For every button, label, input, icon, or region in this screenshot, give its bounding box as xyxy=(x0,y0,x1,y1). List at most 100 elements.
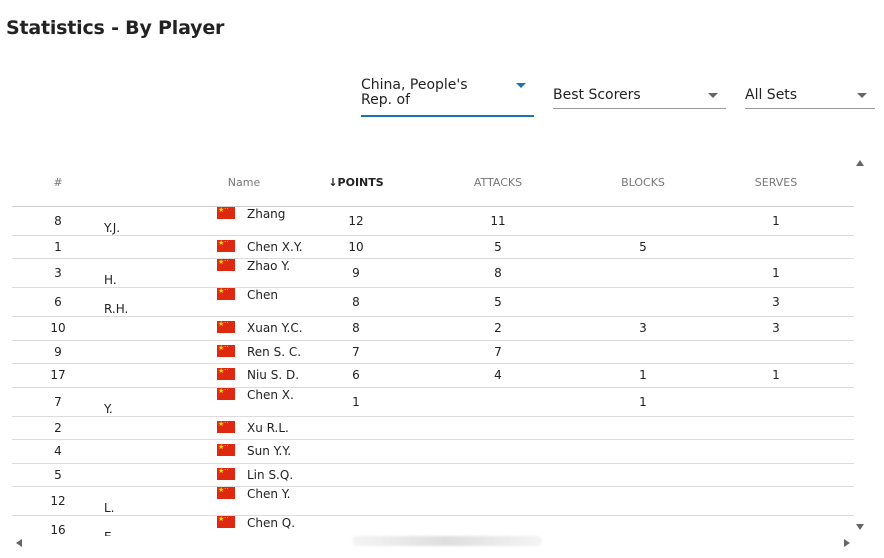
attacks-cell: 2 xyxy=(408,316,588,341)
table-row[interactable]: 1Chen X.Y.1055 xyxy=(12,235,854,259)
chevron-down-icon xyxy=(857,93,867,98)
attacks-cell xyxy=(408,387,588,417)
china-flag-icon xyxy=(217,513,235,528)
china-flag-icon xyxy=(217,256,235,271)
china-flag-icon xyxy=(217,484,235,499)
table-row[interactable]: 6Chen R.H. 85 3 xyxy=(12,285,854,317)
points-cell: 10 xyxy=(304,235,408,259)
table-row[interactable]: 12Chen Y. L. xyxy=(12,484,854,516)
table-row[interactable]: 17Niu S. D.6411 xyxy=(12,363,854,388)
serves-cell xyxy=(698,416,854,440)
table-row[interactable]: 9Ren S. C.77 xyxy=(12,340,854,364)
serves-cell: 1 xyxy=(698,258,854,288)
scroll-up-icon[interactable] xyxy=(856,160,864,166)
sets-select[interactable]: All Sets xyxy=(745,79,875,109)
attacks-cell xyxy=(408,515,588,536)
player-name-cell: Chen X. Y. xyxy=(104,385,304,417)
column-header-points[interactable]: ↓POINTS xyxy=(304,160,408,207)
points-cell: 8 xyxy=(304,316,408,341)
column-header-blocks[interactable]: BLOCKS xyxy=(588,160,698,207)
points-cell: 8 xyxy=(304,287,408,317)
serves-cell xyxy=(698,515,854,536)
blocks-cell: 1 xyxy=(588,363,698,388)
player-name: Zhao Y. H. xyxy=(104,259,291,287)
player-name-cell: Sun Y.Y. xyxy=(104,439,304,464)
table-row[interactable]: 10Xuan Y.C.8233 xyxy=(12,316,854,341)
player-name: Chen X.Y. xyxy=(247,239,303,254)
player-number-cell: 16 xyxy=(12,515,104,536)
scroll-right-icon[interactable] xyxy=(844,539,850,547)
player-name-cell: Chen X.Y. xyxy=(104,235,304,259)
player-name-cell: Chen Q. E. xyxy=(104,513,304,536)
china-flag-icon xyxy=(217,204,235,219)
china-flag-icon xyxy=(217,342,235,357)
column-header-serves[interactable]: SERVES xyxy=(698,160,854,207)
table-row[interactable]: 8Zhang Y.J.12111 xyxy=(12,204,854,236)
player-name: Chen Q. E. xyxy=(104,516,296,536)
player-number-cell: 10 xyxy=(12,316,104,341)
table-row[interactable]: 7Chen X. Y. 1 1 xyxy=(12,385,854,417)
attacks-cell: 11 xyxy=(408,206,588,236)
player-number-cell: 9 xyxy=(12,340,104,364)
attacks-cell: 7 xyxy=(408,340,588,364)
table-row[interactable]: 5 Lin S.Q. xyxy=(12,463,854,487)
vertical-scrollbar[interactable] xyxy=(854,156,866,534)
serves-cell: 3 xyxy=(698,316,854,341)
player-name-cell: Xu R.L. xyxy=(104,416,304,440)
player-number-cell: 2 xyxy=(12,416,104,440)
player-name-cell: Niu S. D. xyxy=(104,363,304,388)
china-flag-icon xyxy=(217,285,235,300)
table-row[interactable]: 2 Xu R.L. xyxy=(12,416,854,440)
china-flag-icon xyxy=(217,237,235,252)
table-row[interactable]: 3Zhao Y. H. 98 1 xyxy=(12,256,854,288)
chevron-down-icon xyxy=(516,83,526,88)
blocks-cell: 5 xyxy=(588,235,698,259)
attacks-cell xyxy=(408,463,588,487)
china-flag-icon xyxy=(217,441,235,457)
serves-cell: 1 xyxy=(698,206,854,236)
blocks-cell xyxy=(588,416,698,440)
player-name: Ren S. C. xyxy=(247,344,302,359)
player-name-cell: Xuan Y.C. xyxy=(104,316,304,341)
attacks-cell: 5 xyxy=(408,287,588,317)
points-cell: 1 xyxy=(304,387,408,417)
team-select[interactable]: China, People's Rep. of xyxy=(361,77,534,117)
china-flag-icon xyxy=(217,385,235,400)
attacks-cell xyxy=(408,486,588,516)
player-name: Niu S. D. xyxy=(247,368,300,383)
player-number-cell: 1 xyxy=(12,235,104,259)
attacks-cell: 8 xyxy=(408,258,588,288)
category-select[interactable]: Best Scorers xyxy=(553,79,726,109)
blocks-cell xyxy=(588,340,698,364)
china-flag-icon xyxy=(217,465,235,480)
team-select-value: China, People's Rep. of xyxy=(361,77,468,108)
attacks-cell xyxy=(408,439,588,464)
points-cell xyxy=(304,463,408,487)
blocks-cell xyxy=(588,258,698,288)
player-name: Lin S.Q. xyxy=(247,467,294,482)
column-header-name[interactable]: Name xyxy=(104,160,304,207)
attacks-cell: 4 xyxy=(408,363,588,388)
serves-cell xyxy=(698,463,854,487)
serves-cell: 3 xyxy=(698,287,854,317)
blocks-cell: 3 xyxy=(588,316,698,341)
column-header-attacks[interactable]: ATTACKS xyxy=(408,160,588,207)
china-flag-icon xyxy=(217,365,235,381)
blocks-cell xyxy=(588,287,698,317)
player-name-cell: Zhao Y. H. xyxy=(104,256,304,288)
sets-select-value: All Sets xyxy=(745,87,798,103)
table-body: 8Zhang Y.J.121111Chen X.Y.10553Zhao Y. H… xyxy=(12,204,854,536)
horizontal-scrollbar[interactable] xyxy=(12,536,854,550)
column-header-number[interactable]: # xyxy=(12,160,104,207)
points-cell xyxy=(304,416,408,440)
horizontal-scroll-thumb[interactable] xyxy=(352,536,542,546)
table-row[interactable]: 4 Sun Y.Y. xyxy=(12,439,854,464)
player-number-cell: 6 xyxy=(12,287,104,317)
table-row[interactable]: 16Chen Q. E. xyxy=(12,513,854,536)
page-title: Statistics - By Player xyxy=(6,17,225,39)
scroll-left-icon[interactable] xyxy=(16,539,22,547)
points-cell: 6 xyxy=(304,363,408,388)
scroll-down-icon[interactable] xyxy=(856,524,864,530)
player-name: Chen R.H. xyxy=(104,288,278,316)
table-header-row: # Name ↓POINTS ATTACKS BLOCKS SERVES xyxy=(12,160,854,207)
